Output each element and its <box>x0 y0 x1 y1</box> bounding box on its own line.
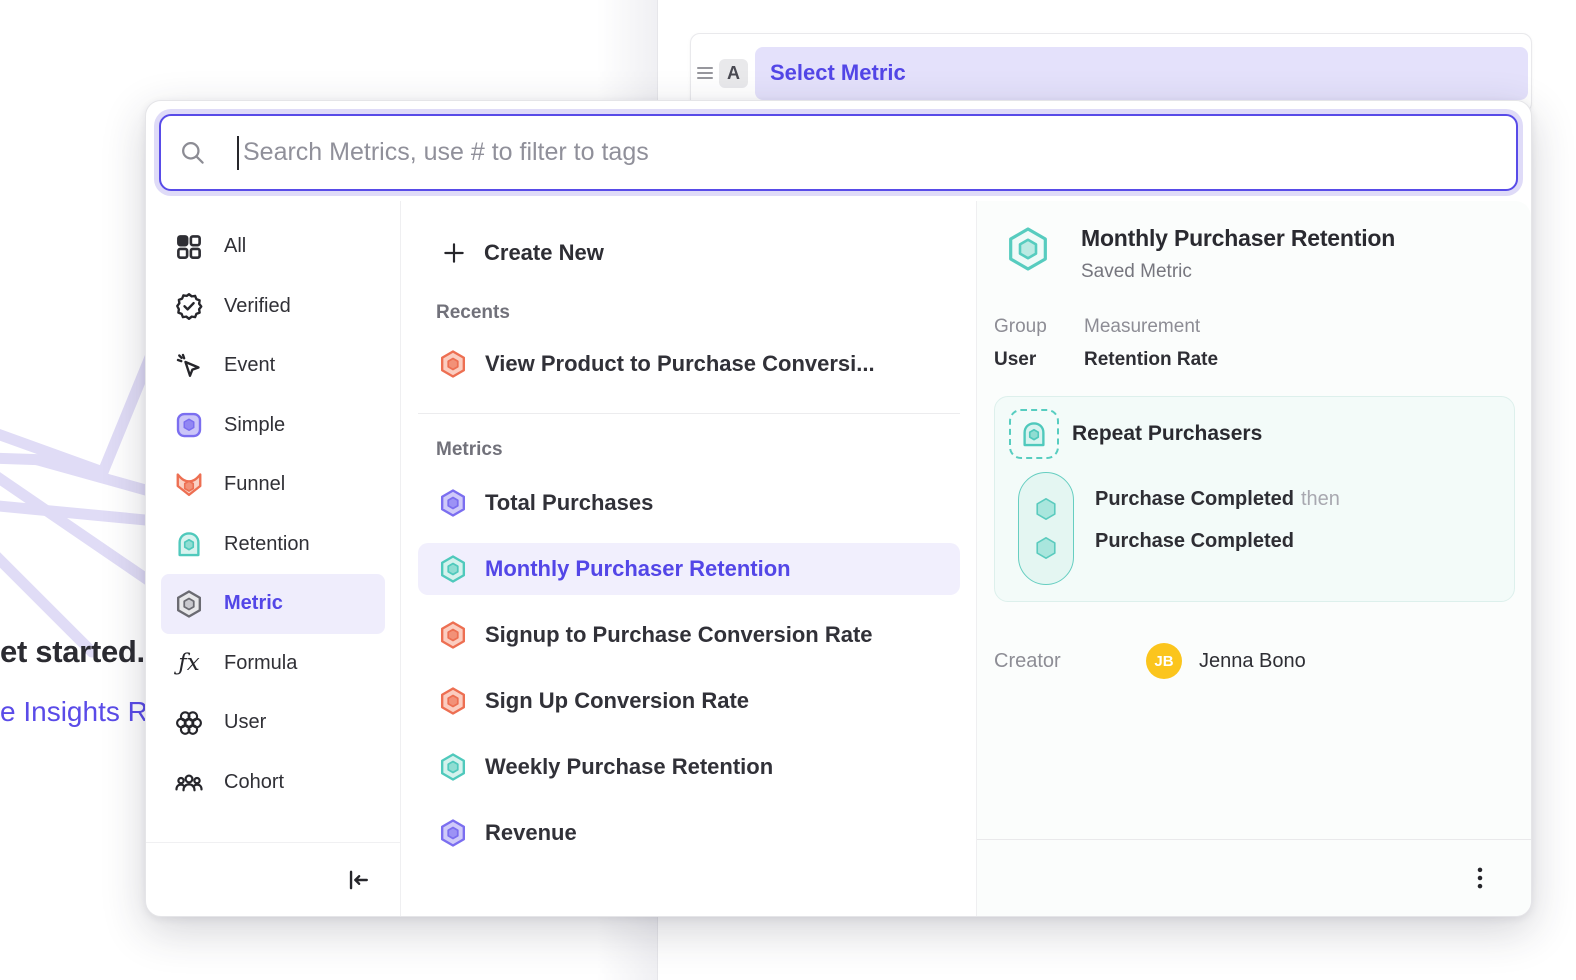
kebab-menu-icon <box>1467 865 1493 891</box>
measurement-value: Retention Rate <box>1084 349 1218 371</box>
formula-fx-icon: ƒx <box>174 650 204 676</box>
sidebar-item-user[interactable]: User <box>161 693 385 753</box>
retention-metric-icon <box>174 529 204 559</box>
simple-metric-icon <box>174 410 204 440</box>
sidebar-item-label: User <box>224 711 266 734</box>
metrics-section-title: Metrics <box>418 439 960 461</box>
type-filter-sidebar: All Verified <box>146 201 401 916</box>
sidebar-item-event[interactable]: Event <box>161 336 385 396</box>
metric-letter-badge: A <box>719 59 748 88</box>
group-value: User <box>994 349 1084 371</box>
search-icon <box>179 139 206 166</box>
event-cursor-icon <box>174 351 204 381</box>
metric-item-label: Monthly Purchaser Retention <box>485 556 791 582</box>
detail-footer <box>977 839 1531 916</box>
event-hexagon-icon <box>1033 535 1059 561</box>
sidebar-item-label: Retention <box>224 533 310 556</box>
search-bar[interactable] <box>159 114 1518 191</box>
sidebar-item-label: All <box>224 235 246 258</box>
sidebar-item-retention[interactable]: Retention <box>161 515 385 575</box>
verified-badge-icon <box>174 291 204 321</box>
select-metric-button[interactable]: Select Metric <box>755 47 1528 100</box>
sidebar-item-metric[interactable]: Metric <box>161 574 385 634</box>
metric-item-weekly-purchase-retention[interactable]: Weekly Purchase Retention <box>418 741 960 793</box>
metric-item-label: Revenue <box>485 820 577 846</box>
metric-item-label: Signup to Purchase Conversion Rate <box>485 622 873 648</box>
creator-name: Jenna Bono <box>1199 650 1306 673</box>
funnel-hexagon-icon <box>438 620 468 650</box>
collapse-sidebar-button[interactable] <box>340 863 374 897</box>
definition-step-1: Purchase Completedthen <box>1095 488 1340 511</box>
metric-item-label: Sign Up Conversion Rate <box>485 688 749 714</box>
group-label: Group <box>994 316 1084 338</box>
recent-metric-item[interactable]: View Product to Purchase Conversi... <box>418 338 960 390</box>
event-hexagon-icon <box>438 488 468 518</box>
sidebar-item-label: Simple <box>224 414 285 437</box>
sidebar-item-cohort[interactable]: Cohort <box>161 753 385 813</box>
detail-subtitle: Saved Metric <box>1081 261 1395 283</box>
create-new-label: Create New <box>484 240 604 266</box>
retention-hexagon-icon <box>438 554 468 584</box>
metric-list-column: Create New Recents View Product to Purch… <box>401 201 977 916</box>
metric-item-revenue[interactable]: Revenue <box>418 807 960 859</box>
retention-hexagon-icon <box>438 752 468 782</box>
funnel-hexagon-icon <box>438 686 468 716</box>
funnel-hexagon-icon <box>438 349 468 379</box>
sidebar-item-verified[interactable]: Verified <box>161 277 385 337</box>
sidebar-item-label: Verified <box>224 295 291 318</box>
metric-definition-card: Repeat Purchasers <box>994 396 1515 602</box>
sidebar-item-label: Metric <box>224 592 283 615</box>
retention-hexagon-icon <box>1004 225 1052 273</box>
sidebar-item-label: Cohort <box>224 771 284 794</box>
sidebar-item-label: Formula <box>224 652 297 675</box>
user-profiles-icon <box>174 708 204 738</box>
cohort-definition-icon <box>1009 409 1059 459</box>
create-new-button[interactable]: Create New <box>418 231 960 275</box>
saved-metric-icon <box>174 589 204 619</box>
metric-detail-panel: Monthly Purchaser Retention Saved Metric… <box>977 201 1531 916</box>
recents-section-title: Recents <box>418 302 960 324</box>
measurement-label: Measurement <box>1084 316 1218 338</box>
metric-item-label: View Product to Purchase Conversi... <box>485 351 875 377</box>
collapse-icon <box>344 867 370 893</box>
getting-started-heading: et started. <box>0 634 145 670</box>
grid-icon <box>174 232 204 262</box>
metric-item-label: Weekly Purchase Retention <box>485 754 773 780</box>
section-divider <box>418 413 960 414</box>
definition-step-2: Purchase Completed <box>1095 530 1340 553</box>
metric-item-signup-to-purchase[interactable]: Signup to Purchase Conversion Rate <box>418 609 960 661</box>
funnel-metric-icon <box>174 470 204 500</box>
metric-item-total-purchases[interactable]: Total Purchases <box>418 477 960 529</box>
metric-item-monthly-purchaser-retention[interactable]: Monthly Purchaser Retention <box>418 543 960 595</box>
more-options-button[interactable] <box>1465 863 1495 893</box>
event-hexagon-icon <box>438 818 468 848</box>
sidebar-item-funnel[interactable]: Funnel <box>161 455 385 515</box>
sidebar-footer <box>146 842 400 916</box>
search-input[interactable] <box>239 138 1498 167</box>
event-sequence-capsule <box>1018 472 1074 585</box>
metric-item-signup-conversion[interactable]: Sign Up Conversion Rate <box>418 675 960 727</box>
plus-icon <box>441 240 467 266</box>
metric-picker-modal: All Verified <box>145 100 1532 917</box>
sidebar-item-label: Funnel <box>224 473 285 496</box>
drag-handle-icon[interactable] <box>697 67 713 79</box>
insights-report-link[interactable]: e Insights Re <box>0 696 163 728</box>
definition-name: Repeat Purchasers <box>1072 422 1262 446</box>
sidebar-item-formula[interactable]: ƒx Formula <box>161 634 385 694</box>
select-metric-label: Select Metric <box>770 60 906 86</box>
sidebar-item-label: Event <box>224 354 275 377</box>
event-hexagon-icon <box>1033 496 1059 522</box>
metric-item-label: Total Purchases <box>485 490 653 516</box>
cohort-people-icon <box>174 767 204 797</box>
sidebar-item-all[interactable]: All <box>161 217 385 277</box>
creator-avatar: JB <box>1146 643 1182 679</box>
sidebar-item-simple[interactable]: Simple <box>161 396 385 456</box>
creator-label: Creator <box>994 650 1146 673</box>
detail-title: Monthly Purchaser Retention <box>1081 225 1395 252</box>
